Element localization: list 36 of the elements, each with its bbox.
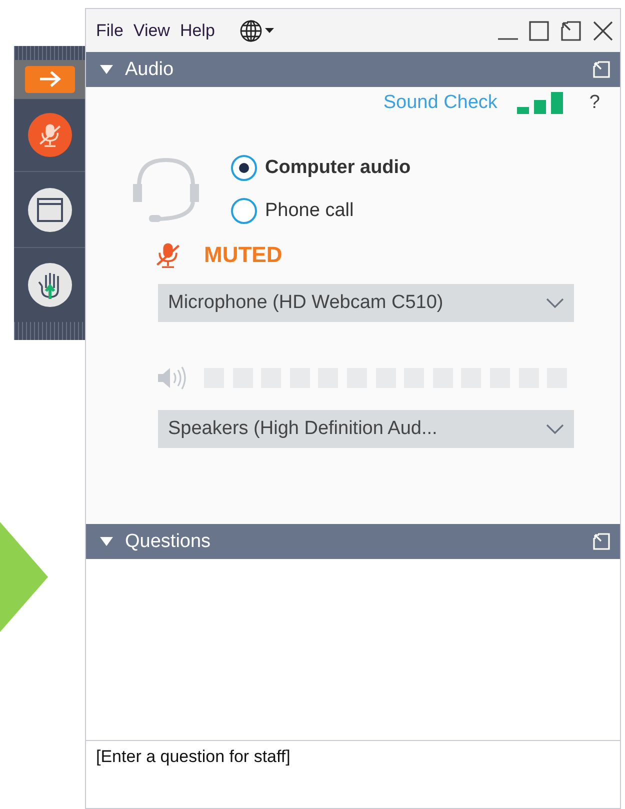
panel-title: Audio — [125, 58, 175, 80]
signal-bars-icon — [517, 92, 566, 114]
speaker-icon — [156, 365, 186, 391]
pop-out-icon[interactable] — [593, 533, 610, 550]
chevron-icon — [546, 424, 564, 434]
question-input[interactable]: [Enter a question for staff] — [86, 741, 620, 808]
pop-out-icon[interactable] — [593, 61, 610, 78]
close-button[interactable] — [592, 20, 614, 42]
restore-button[interactable] — [560, 20, 582, 42]
menu-item[interactable]: Help — [180, 20, 215, 40]
window-icon — [36, 198, 62, 222]
raise-hand-button[interactable] — [28, 263, 72, 308]
panel-title: Questions — [125, 530, 212, 552]
help-button[interactable]: ? — [589, 92, 600, 114]
mute-button[interactable] — [28, 113, 72, 158]
menu-item[interactable]: File — [96, 20, 124, 40]
collapse-arrow-button[interactable] — [24, 66, 74, 93]
headset-icon — [131, 156, 201, 222]
arrow-right-icon — [38, 70, 62, 88]
grip-handle[interactable] — [14, 46, 85, 60]
collapse-triangle-icon[interactable] — [100, 536, 113, 546]
menu-item[interactable]: View — [133, 20, 170, 40]
microphone-dropdown[interactable]: Microphone (HD Webcam C510) — [158, 284, 574, 322]
caret-icon — [264, 28, 274, 33]
maximize-button[interactable] — [528, 20, 550, 42]
globe-icon — [238, 18, 263, 42]
collapse-triangle-icon[interactable] — [100, 64, 113, 74]
audio-mode-radio[interactable]: Computer audio — [231, 146, 411, 189]
mute-status: MUTED — [204, 242, 282, 268]
grip-handle[interactable] — [14, 322, 85, 340]
audio-mode-radio[interactable]: Phone call — [231, 189, 411, 232]
minimize-icon — [498, 38, 518, 40]
language-menu-button[interactable] — [238, 18, 274, 42]
speaker-dropdown[interactable]: Speakers (High Definition Aud... — [158, 410, 574, 448]
chevron-icon — [546, 298, 564, 308]
screen-button[interactable] — [28, 188, 72, 232]
